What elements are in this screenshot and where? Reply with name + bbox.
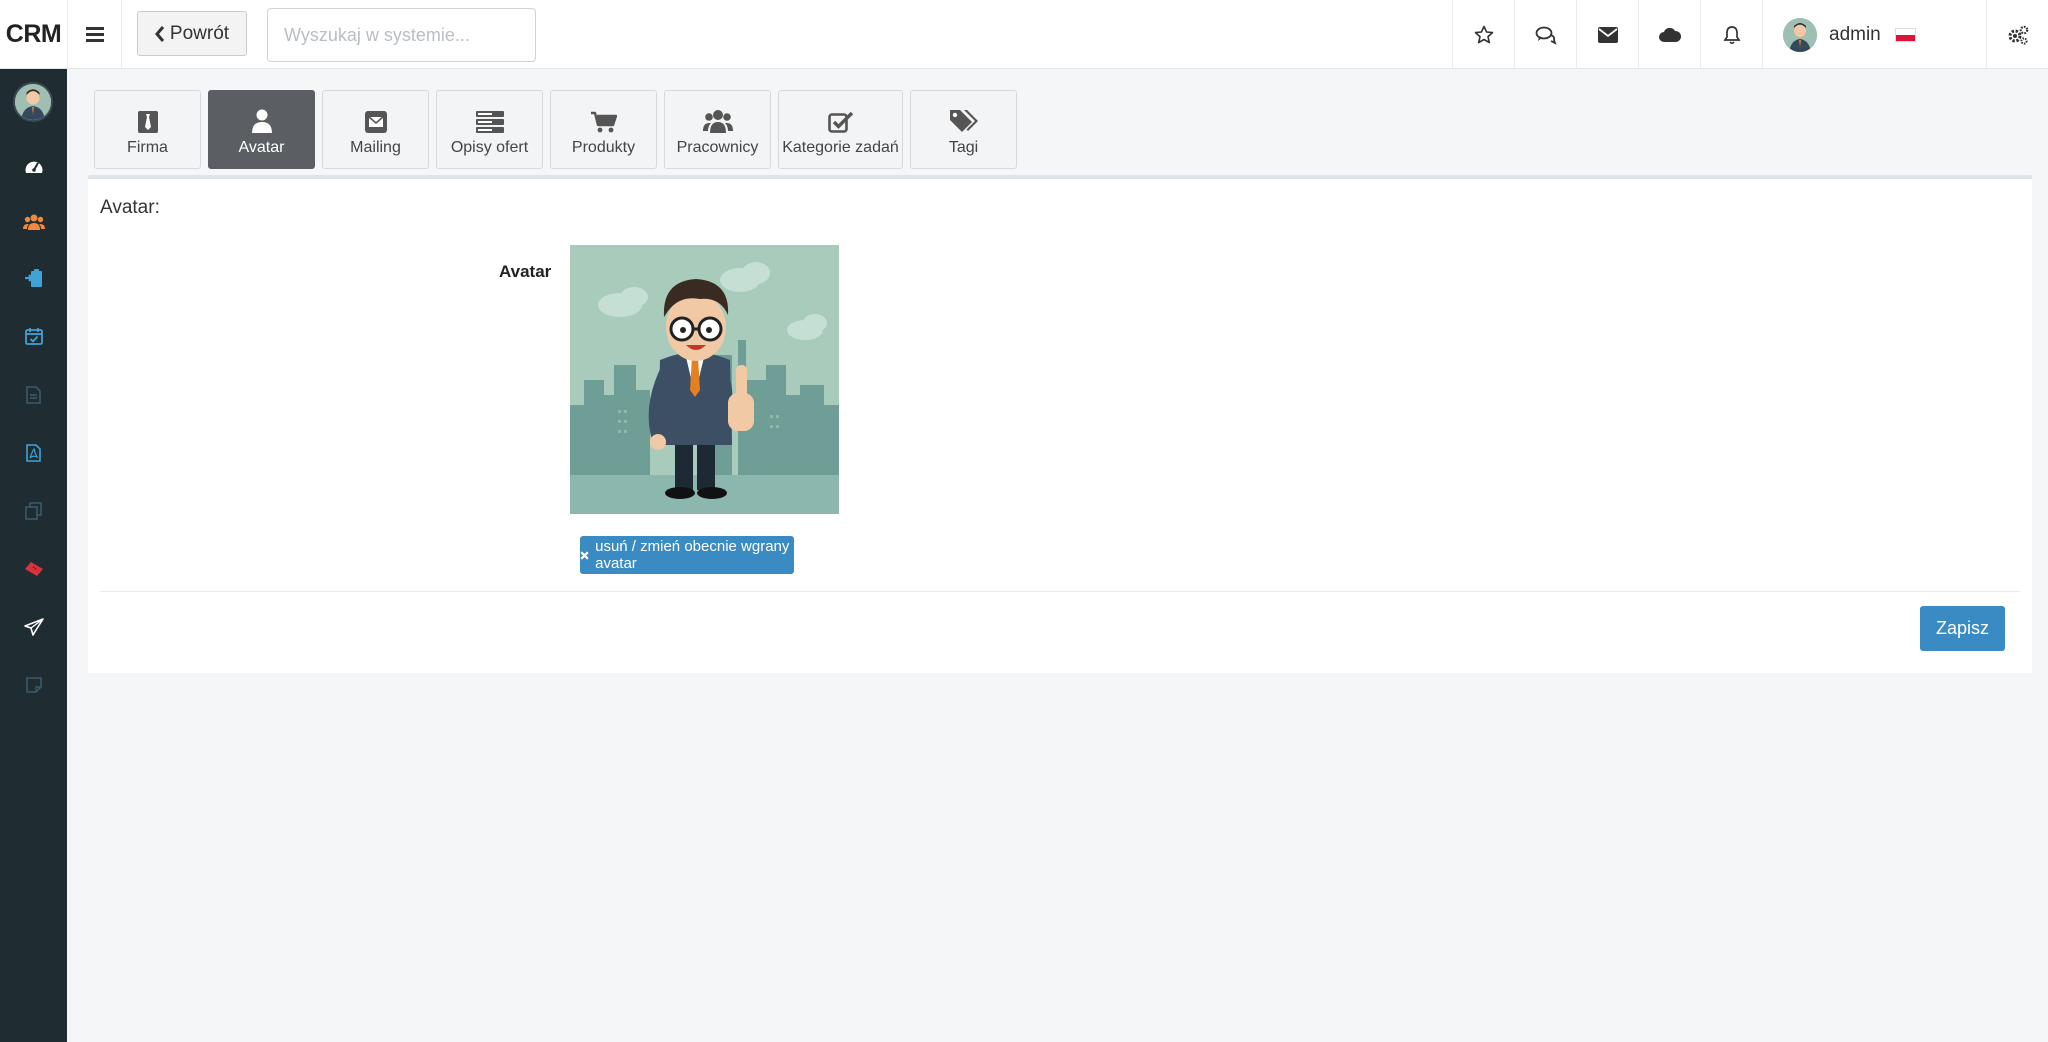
app-logo[interactable]: CRM bbox=[0, 0, 67, 69]
paper-plane-icon bbox=[23, 618, 44, 636]
top-icons: admin bbox=[1452, 0, 2048, 69]
sidebar-item-dashboard[interactable] bbox=[0, 146, 67, 186]
hamburger-icon bbox=[85, 27, 104, 42]
user-name: admin bbox=[1829, 23, 1881, 45]
envelope-icon bbox=[364, 111, 387, 133]
user-icon bbox=[251, 109, 272, 133]
sidebar-item-pdf[interactable] bbox=[0, 433, 67, 473]
sidebar-item-tickets[interactable] bbox=[0, 549, 67, 589]
sidebar-item-calendar[interactable] bbox=[0, 316, 67, 356]
file-pdf-icon bbox=[26, 444, 41, 462]
star-icon bbox=[1474, 25, 1493, 43]
tags-icon bbox=[949, 110, 978, 132]
settings-button[interactable] bbox=[1986, 0, 2048, 69]
sticky-note-icon bbox=[25, 677, 42, 693]
sidebar bbox=[0, 69, 67, 1042]
menu-toggle-button[interactable] bbox=[67, 0, 122, 69]
cart-icon bbox=[590, 111, 617, 133]
tab-kategorie-zadan[interactable]: Kategorie zadań bbox=[778, 90, 903, 169]
envelope-icon bbox=[1597, 26, 1618, 43]
tab-avatar[interactable]: Avatar bbox=[208, 90, 315, 169]
sidebar-item-notes[interactable] bbox=[0, 665, 67, 705]
server-icon bbox=[475, 111, 504, 133]
remove-avatar-label: usuń / zmień obecnie wgrany avatar bbox=[595, 538, 790, 572]
avatar-panel: Avatar: Avatar usuń / zmień obecnie wgra… bbox=[88, 175, 2032, 673]
divider bbox=[100, 591, 2020, 592]
tab-label: Mailing bbox=[350, 139, 401, 156]
sidebar-avatar[interactable] bbox=[13, 82, 53, 122]
notifications-button[interactable] bbox=[1700, 0, 1762, 69]
comments-icon bbox=[1535, 26, 1557, 45]
sidebar-item-send[interactable] bbox=[0, 607, 67, 647]
bell-icon bbox=[1722, 25, 1741, 44]
user-menu[interactable]: admin bbox=[1762, 0, 1986, 69]
chat-button[interactable] bbox=[1514, 0, 1576, 69]
calendar-check-icon bbox=[24, 328, 43, 345]
cloud-button[interactable] bbox=[1638, 0, 1700, 69]
tab-label: Produkty bbox=[571, 139, 636, 156]
users-icon bbox=[702, 110, 733, 133]
back-button[interactable]: Powrót bbox=[137, 11, 247, 56]
cloud-icon bbox=[1658, 27, 1681, 42]
users-icon bbox=[22, 214, 45, 230]
tab-opisy-ofert[interactable]: Opisy ofert bbox=[436, 90, 543, 169]
tie-icon bbox=[137, 111, 158, 133]
sidebar-item-copies[interactable] bbox=[0, 491, 67, 531]
settings-tabs: Firma Avatar Mailing Opisy ofert Produkt… bbox=[94, 90, 1024, 169]
sidebar-item-tasks[interactable] bbox=[0, 258, 67, 298]
messages-button[interactable] bbox=[1576, 0, 1638, 69]
panel-title: Avatar: bbox=[100, 197, 160, 218]
cogs-icon bbox=[2008, 25, 2028, 45]
ticket-icon bbox=[24, 562, 43, 576]
avatar bbox=[1783, 17, 1817, 52]
tab-tagi[interactable]: Tagi bbox=[910, 90, 1017, 169]
sidebar-item-documents[interactable] bbox=[0, 375, 67, 415]
tab-pracownicy[interactable]: Pracownicy bbox=[664, 90, 771, 169]
tab-produkty[interactable]: Produkty bbox=[550, 90, 657, 169]
favorites-button[interactable] bbox=[1452, 0, 1514, 69]
top-bar: CRM Powrót admin bbox=[0, 0, 2048, 69]
chevron-left-icon bbox=[154, 25, 165, 42]
file-icon bbox=[26, 386, 41, 404]
tab-label: Firma bbox=[127, 139, 168, 156]
close-icon bbox=[580, 550, 589, 560]
tab-label: Opisy ofert bbox=[450, 139, 529, 156]
check-square-icon bbox=[827, 111, 853, 133]
sidebar-item-contacts[interactable] bbox=[0, 202, 67, 242]
clipboard-arrow-icon bbox=[24, 269, 42, 287]
search-input[interactable] bbox=[267, 8, 536, 62]
tab-label: Avatar bbox=[238, 139, 285, 156]
tab-label: Tagi bbox=[948, 139, 979, 156]
save-button[interactable]: Zapisz bbox=[1920, 606, 2005, 651]
avatar-field-label: Avatar bbox=[499, 262, 552, 281]
tab-label: Kategorie zadań bbox=[782, 139, 899, 156]
pl-flag-icon bbox=[1894, 27, 1916, 42]
remove-avatar-button[interactable]: usuń / zmień obecnie wgrany avatar bbox=[580, 536, 794, 574]
tab-label: Pracownicy bbox=[676, 139, 759, 156]
avatar-image bbox=[570, 245, 839, 514]
tab-mailing[interactable]: Mailing bbox=[322, 90, 429, 169]
files-icon bbox=[24, 502, 42, 520]
back-button-label: Powrót bbox=[169, 22, 230, 44]
dashboard-icon bbox=[25, 161, 42, 173]
tab-firma[interactable]: Firma bbox=[94, 90, 201, 169]
